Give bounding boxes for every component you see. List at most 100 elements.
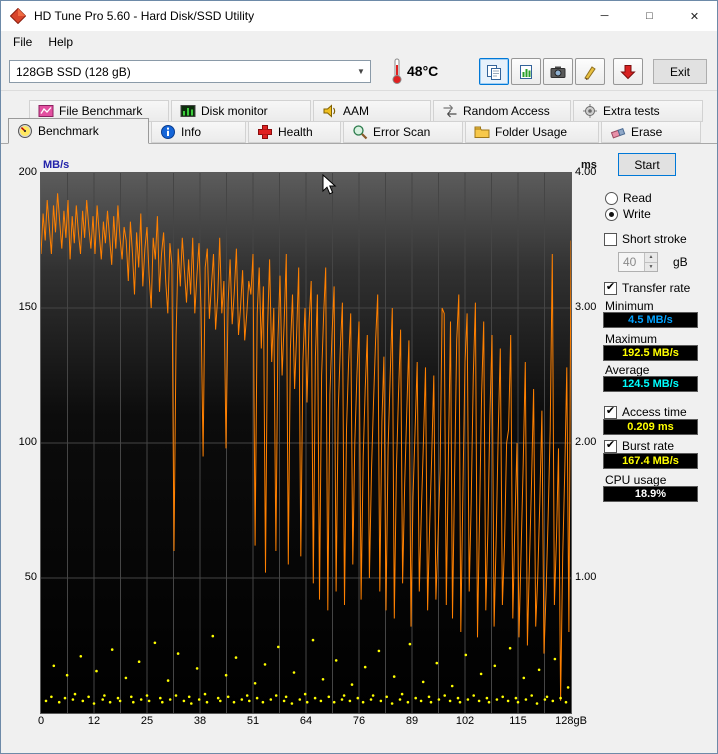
tab-label: AAM: [343, 104, 370, 118]
tab-label: Info: [181, 125, 202, 139]
write-radio-label: Write: [623, 207, 651, 221]
access-time-point: [226, 695, 230, 699]
access-time-point: [392, 675, 396, 678]
access-time-point: [377, 649, 381, 653]
access-time-point: [50, 695, 53, 699]
access-time-point: [174, 694, 178, 697]
access-time-point: [530, 694, 533, 697]
access-time-point: [545, 695, 549, 699]
access-time-checkbox[interactable]: Access time: [604, 405, 687, 419]
transfer-rate-checkbox[interactable]: Transfer rate: [604, 281, 690, 295]
write-radio[interactable]: Write: [605, 207, 651, 221]
burst-rate-value: 167.4 MB/s: [603, 453, 698, 469]
axis-tick-label: 3.00: [575, 301, 597, 313]
access-time-point: [566, 686, 570, 689]
screenshot-button[interactable]: [543, 58, 573, 85]
toolbar: 128GB SSD (128 gB) ▼ 48°C Exit: [1, 52, 717, 91]
access-time-point: [458, 700, 462, 704]
access-time-point: [414, 696, 418, 700]
spinner-down-button[interactable]: ▼: [645, 262, 657, 271]
tab-erase[interactable]: Erase: [601, 121, 701, 143]
burst-rate-checkbox[interactable]: Burst rate: [604, 439, 674, 453]
erase-icon: [610, 127, 626, 139]
spinner-up-button[interactable]: ▲: [645, 253, 657, 263]
access-time-point: [79, 655, 83, 658]
axis-tick-label: 25: [140, 715, 154, 727]
axis-tick-label: 100: [18, 436, 37, 448]
access-time-point: [161, 700, 164, 704]
exit-button[interactable]: Exit: [653, 59, 707, 84]
menu-help[interactable]: Help: [40, 33, 81, 51]
burst-rate-label: Burst rate: [622, 439, 675, 453]
checkbox-box: [604, 281, 617, 295]
file-benchmark-icon: [38, 105, 54, 117]
short-stroke-checkbox[interactable]: Short stroke: [604, 232, 687, 246]
access-time-point: [427, 695, 431, 699]
close-button[interactable]: ✕: [672, 1, 717, 31]
hd-tune-window: HD Tune Pro 5.60 - Hard Disk/SSD Utility…: [0, 0, 718, 754]
access-time-point: [319, 699, 323, 703]
access-time-point: [211, 634, 215, 638]
tab-error-scan[interactable]: Error Scan: [343, 121, 463, 143]
color-options-button[interactable]: [575, 58, 605, 85]
tab-label: Error Scan: [373, 125, 431, 139]
access-time-point: [118, 699, 122, 703]
radio-dot: [605, 191, 618, 205]
maximize-button[interactable]: □: [627, 1, 672, 31]
access-time-point: [130, 695, 133, 699]
capacity-unit-label: gB: [673, 255, 688, 269]
tab-info[interactable]: Info: [151, 121, 246, 143]
access-time-point: [190, 702, 193, 705]
access-time-point: [124, 676, 128, 680]
benchmark-icon: [18, 124, 32, 138]
read-radio[interactable]: Read: [605, 191, 652, 205]
maximum-value: 192.5 MB/s: [603, 345, 698, 361]
access-time-point: [139, 698, 143, 701]
tab-bar: File Benchmark Disk monitor AAM Random A…: [1, 91, 717, 144]
axis-tick-label: 128gB: [555, 715, 587, 727]
access-time-point: [385, 695, 389, 699]
access-time-point: [524, 698, 528, 701]
maximum-label: Maximum: [605, 332, 658, 346]
disk-monitor-icon: [180, 105, 196, 117]
access-time-point: [305, 700, 309, 704]
drive-select[interactable]: 128GB SSD (128 gB) ▼: [9, 60, 371, 83]
temperature-value: 48°C: [407, 63, 439, 79]
copy-report-button[interactable]: [511, 58, 541, 85]
tab-disk-monitor[interactable]: Disk monitor: [171, 100, 311, 122]
aam-icon: [323, 104, 336, 118]
access-time-point: [303, 692, 307, 696]
access-time-point: [232, 700, 236, 704]
update-button[interactable]: [613, 58, 643, 85]
tab-benchmark[interactable]: Benchmark: [8, 118, 149, 144]
menu-file[interactable]: File: [5, 33, 40, 51]
short-stroke-capacity-input[interactable]: 40 ▲ ▼: [618, 252, 658, 272]
info-icon: [161, 125, 175, 139]
access-time-point: [479, 672, 483, 676]
window-title: HD Tune Pro 5.60 - Hard Disk/SSD Utility: [34, 9, 255, 23]
access-time-point: [52, 664, 56, 668]
tab-extra-tests[interactable]: Extra tests: [573, 100, 703, 122]
access-time-point: [400, 692, 404, 696]
access-time-point: [110, 648, 114, 651]
access-time-point: [363, 665, 367, 669]
access-time-point: [298, 698, 302, 701]
copy-icon: [487, 64, 501, 80]
tab-random-access[interactable]: Random Access: [433, 100, 571, 122]
minimize-button[interactable]: ─: [582, 1, 627, 31]
drive-select-value: 128GB SSD (128 gB): [16, 64, 131, 79]
access-time-point: [290, 702, 294, 705]
tab-health[interactable]: Health: [248, 121, 341, 143]
start-button[interactable]: Start: [618, 153, 676, 176]
tab-folder-usage[interactable]: Folder Usage: [465, 121, 599, 143]
access-time-point: [332, 700, 336, 704]
short-stroke-label: Short stroke: [622, 232, 687, 246]
access-time-point: [219, 699, 222, 703]
tab-aam[interactable]: AAM: [313, 100, 431, 122]
copy-text-button[interactable]: [479, 58, 509, 85]
extra-tests-icon: [583, 104, 597, 118]
access-time-point: [71, 698, 75, 701]
title-bar[interactable]: HD Tune Pro 5.60 - Hard Disk/SSD Utility…: [1, 1, 717, 31]
capacity-value: 40: [623, 255, 637, 269]
access-time-point: [103, 694, 106, 697]
